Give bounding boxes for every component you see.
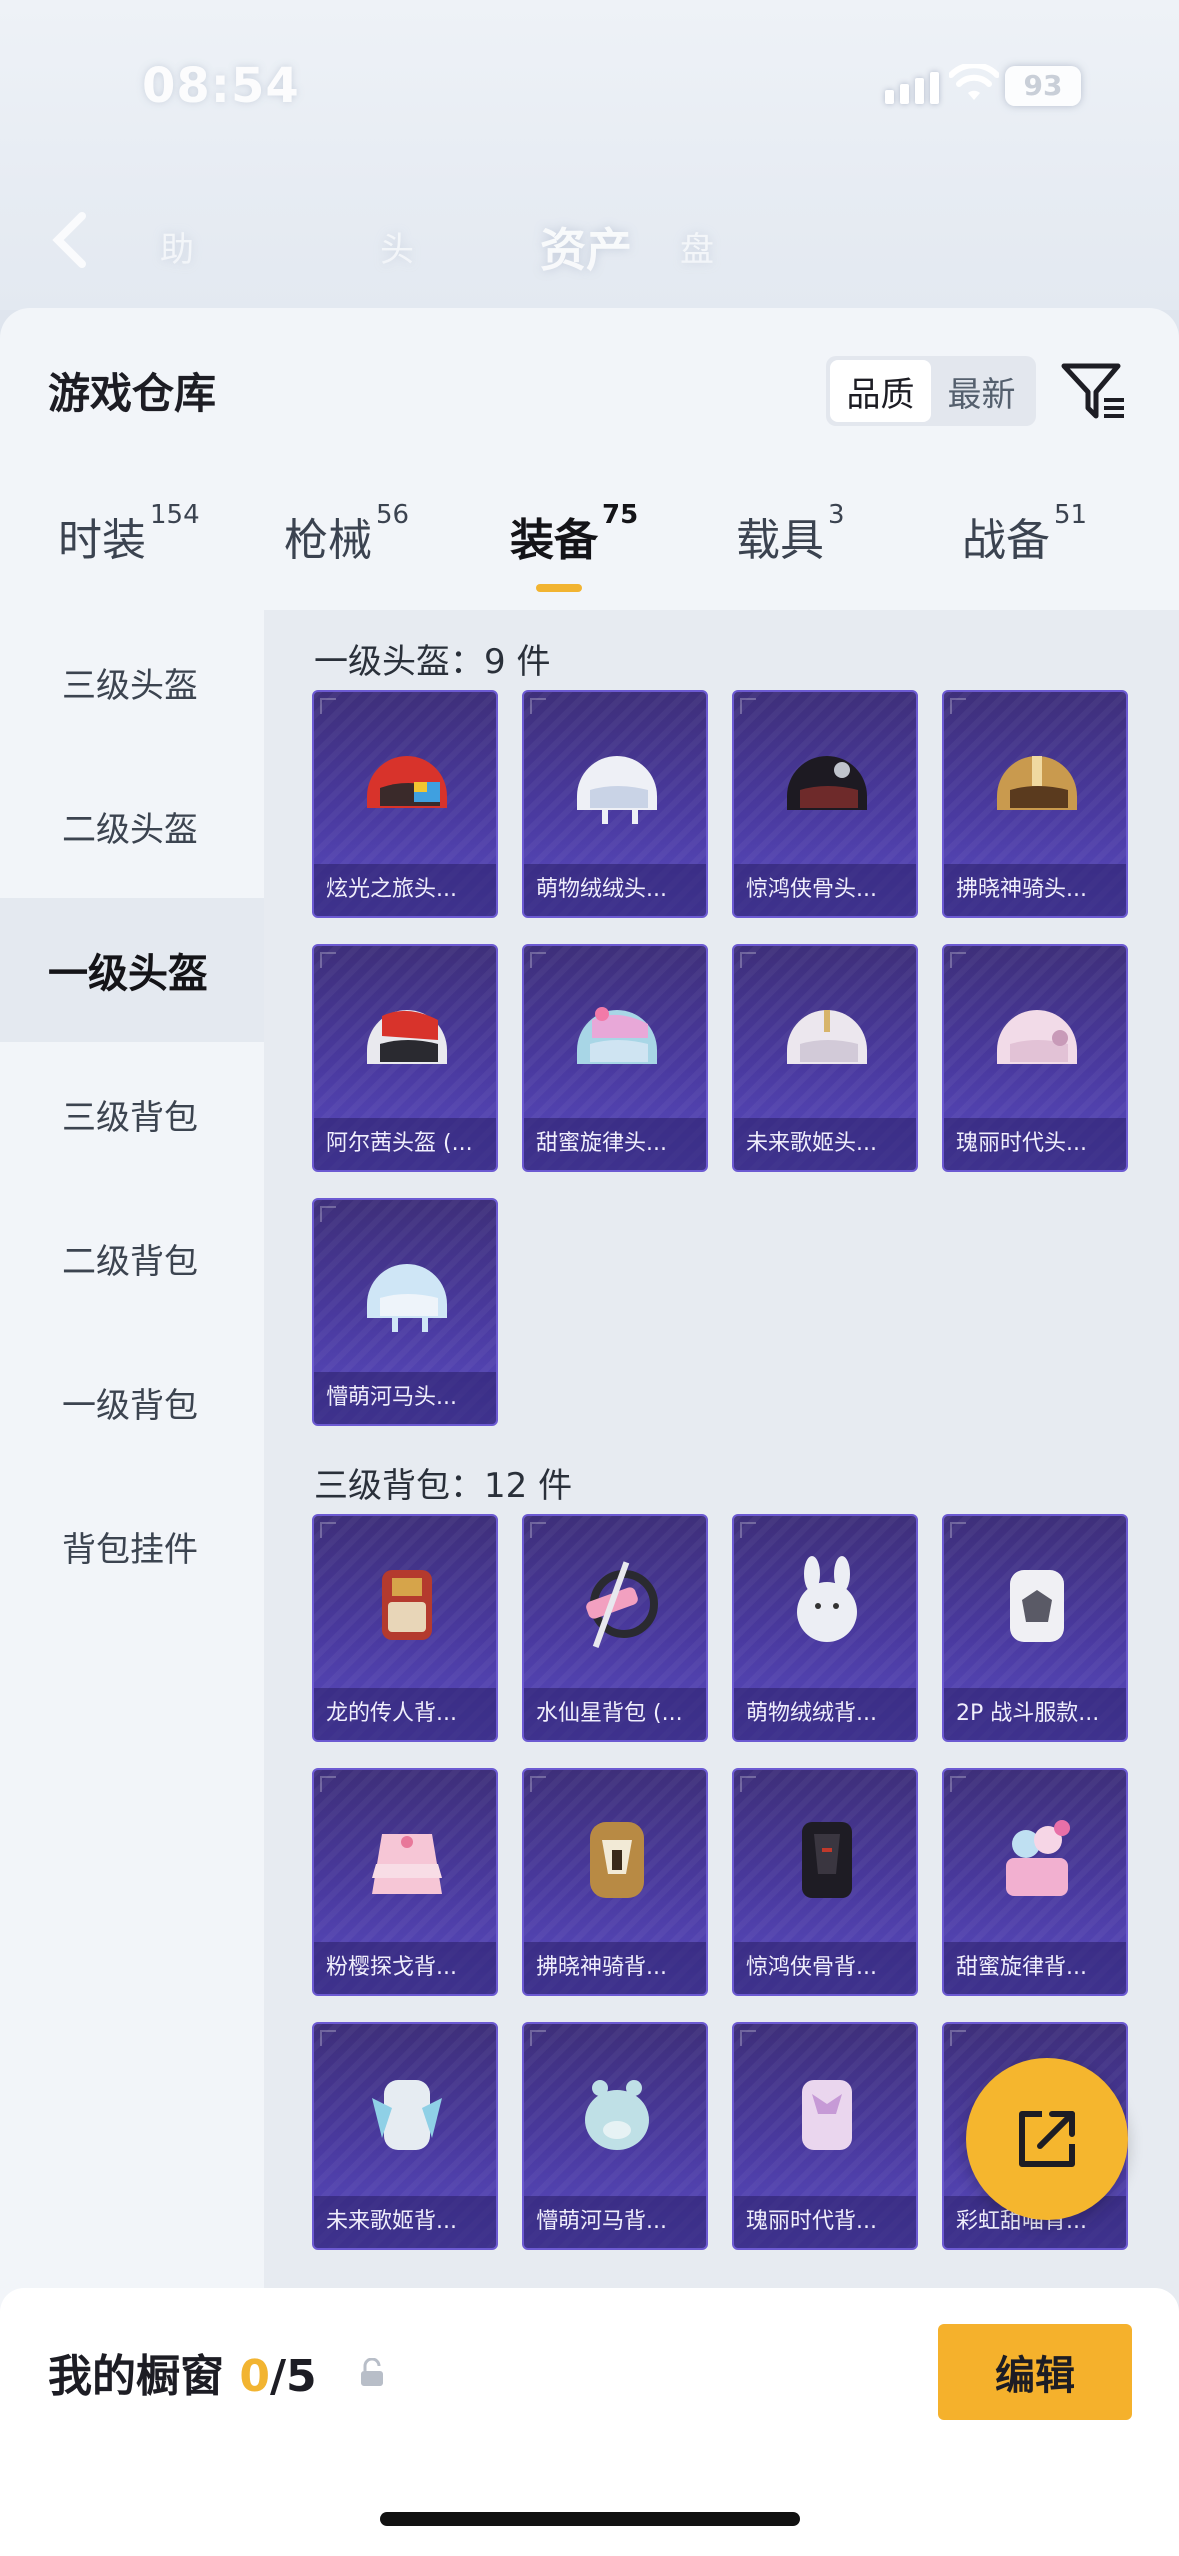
sidebar-item-backpack-3[interactable]: 三级背包 — [0, 1042, 264, 1186]
backpack-icon — [797, 1556, 857, 1642]
item-card[interactable]: 水仙星背包 (... — [522, 1514, 708, 1742]
item-card[interactable]: 未来歌姬背... — [312, 2022, 498, 2250]
item-card[interactable]: 瑰丽时代头... — [942, 944, 1128, 1172]
section-title-backpack-3: 三级背包：12 件 — [314, 1466, 573, 1506]
tab-fashion[interactable]: 时装 154 — [58, 500, 200, 568]
home-indicator — [380, 2512, 800, 2526]
wifi-icon — [949, 64, 999, 100]
sidebar-item-helmet-2[interactable]: 二级头盔 — [0, 754, 264, 898]
helmet-icon — [787, 756, 867, 810]
header-ghost-right: 盘 — [680, 230, 714, 270]
sidebar-item-helmet-1[interactable]: 一级头盔 — [0, 898, 264, 1042]
status-bar: 08:54 93 助 头 资产 盘 — [0, 0, 1179, 310]
showcase-label: 我的橱窗 0/5 — [48, 2351, 317, 2402]
item-card[interactable]: 拂晓神骑背... — [522, 1768, 708, 1996]
showcase-used-count: 0 — [239, 2351, 270, 2402]
item-card[interactable]: 懵萌河马头... — [312, 1198, 498, 1426]
item-card[interactable]: 未来歌姬头... — [732, 944, 918, 1172]
sidebar-item-backpack-1[interactable]: 一级背包 — [0, 1330, 264, 1474]
tab-vehicles[interactable]: 载具 3 — [736, 500, 845, 568]
header-title: 资产 — [540, 223, 632, 277]
item-card[interactable]: 炫光之旅头... — [312, 690, 498, 918]
section-title-helmet-1: 一级头盔：9 件 — [314, 642, 551, 682]
backpack-icon — [590, 1822, 644, 1898]
item-card[interactable]: 龙的传人背... — [312, 1514, 498, 1742]
backpack-icon — [802, 1822, 852, 1898]
active-tab-indicator — [536, 584, 582, 592]
backpack-icon — [585, 2080, 649, 2150]
helmet-icon — [577, 1007, 657, 1064]
backpack-icon — [1010, 1570, 1064, 1642]
helmet-icon — [367, 1010, 447, 1064]
sidebar-item-backpack-pendant[interactable]: 背包挂件 — [0, 1474, 264, 1618]
header-ghost-left: 助 — [160, 230, 194, 270]
tab-supplies[interactable]: 战备 51 — [962, 500, 1087, 568]
tab-equipment[interactable]: 装备 75 — [510, 500, 638, 568]
backpack-icon — [586, 1561, 658, 1648]
sort-quality-button[interactable]: 品质 — [830, 360, 931, 422]
backpack-icon — [372, 2080, 442, 2150]
page-title: 游戏仓库 — [48, 369, 217, 418]
item-card[interactable]: 惊鸿侠骨头... — [732, 690, 918, 918]
helmet-icon — [787, 1010, 867, 1064]
item-card[interactable]: 瑰丽时代背... — [732, 2022, 918, 2250]
header-ghost-mid: 头 — [380, 230, 414, 270]
back-icon[interactable] — [50, 210, 90, 270]
warehouse-sheet: 游戏仓库 品质 最新 时装 154 枪械 56 装备 75 载具 3 战备 51 三级头盔… — [0, 308, 1179, 2556]
helmet-icon — [367, 1264, 447, 1332]
sidebar: 三级头盔 二级头盔 一级头盔 三级背包 二级背包 一级背包 背包挂件 — [0, 610, 264, 2410]
filter-icon[interactable] — [1058, 358, 1128, 424]
share-button[interactable] — [966, 2058, 1128, 2220]
edit-button[interactable]: 编辑 — [938, 2324, 1132, 2420]
backpack-icon — [382, 1570, 432, 1640]
item-card[interactable]: 萌物绒绒背... — [732, 1514, 918, 1742]
item-card[interactable]: 2P 战斗服款... — [942, 1514, 1128, 1742]
category-tabs: 时装 154 枪械 56 装备 75 载具 3 战备 51 — [0, 500, 1179, 594]
share-icon — [1019, 2111, 1075, 2167]
backpack-icon — [802, 2080, 852, 2150]
item-card[interactable]: 甜蜜旋律头... — [522, 944, 708, 1172]
helmet-icon — [997, 756, 1077, 810]
helmet-icon — [367, 756, 447, 808]
item-card[interactable]: 粉樱探戈背... — [312, 1768, 498, 1996]
item-card[interactable]: 懵萌河马背... — [522, 2022, 708, 2250]
item-card[interactable]: 拂晓神骑头... — [942, 690, 1128, 918]
showcase-total: /5 — [269, 2351, 317, 2402]
showcase-bar: 我的橱窗 0/5 编辑 — [0, 2288, 1179, 2556]
backpack-icon — [372, 1834, 442, 1894]
lock-icon — [361, 2358, 383, 2386]
signal-icon — [885, 72, 939, 104]
tab-guns[interactable]: 枪械 56 — [284, 500, 409, 568]
battery-icon: 93 — [1005, 66, 1081, 106]
sidebar-item-helmet-3[interactable]: 三级头盔 — [0, 610, 264, 754]
sidebar-item-backpack-2[interactable]: 二级背包 — [0, 1186, 264, 1330]
item-card[interactable]: 阿尔茜头盔 (... — [312, 944, 498, 1172]
sort-toggle: 品质 最新 — [826, 356, 1036, 426]
item-card[interactable]: 萌物绒绒头... — [522, 690, 708, 918]
helmet-icon — [997, 1010, 1077, 1064]
status-time: 08:54 — [142, 58, 300, 114]
sort-newest-button[interactable]: 最新 — [931, 360, 1032, 422]
helmet-icon — [577, 756, 657, 824]
item-card[interactable]: 甜蜜旋律背... — [942, 1768, 1128, 1996]
backpack-icon — [1006, 1820, 1070, 1896]
item-card[interactable]: 惊鸿侠骨背... — [732, 1768, 918, 1996]
